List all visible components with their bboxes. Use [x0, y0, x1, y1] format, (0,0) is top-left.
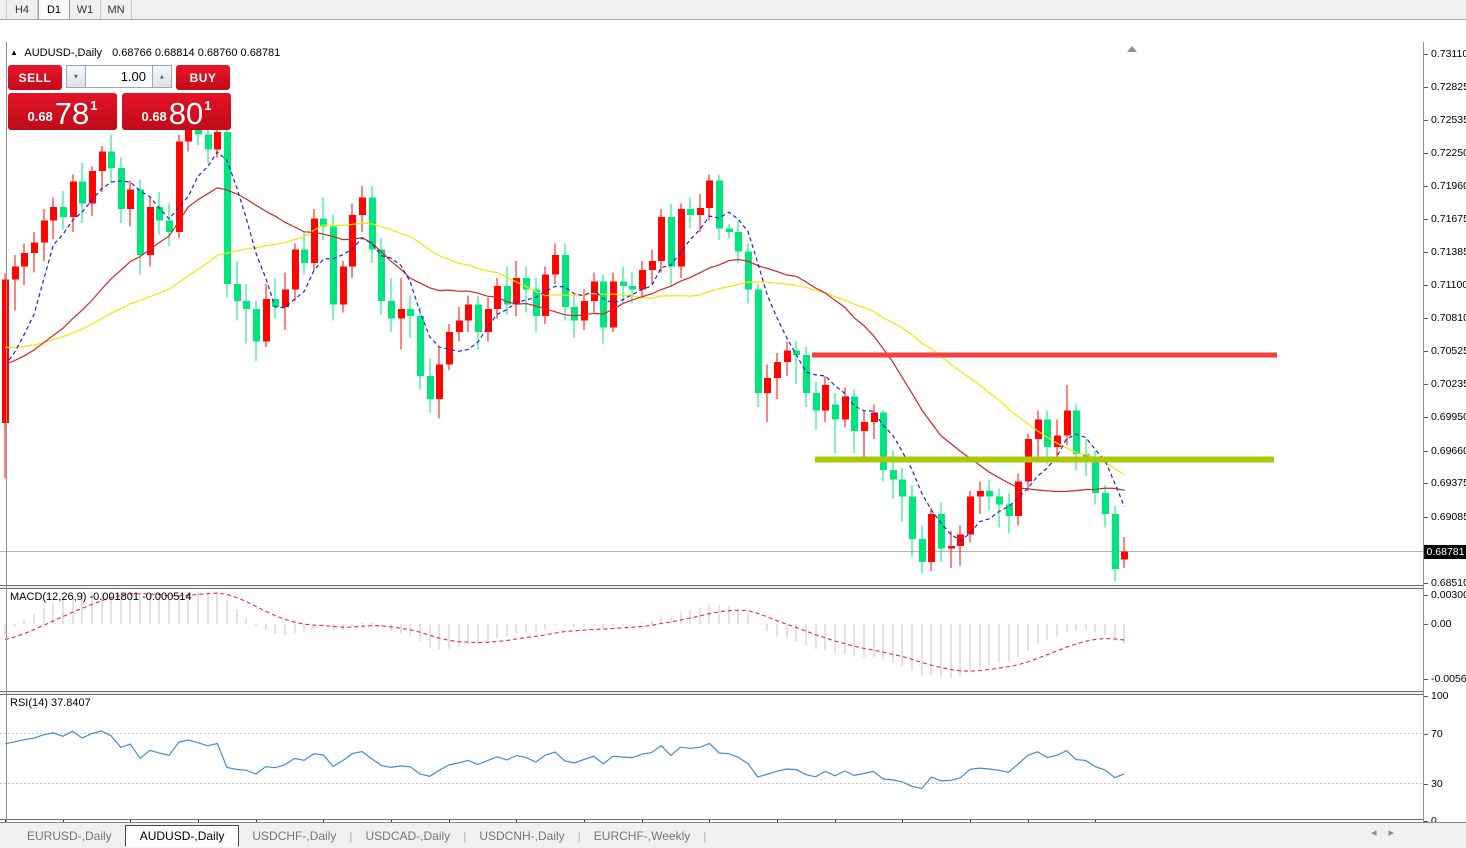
collapse-panel-icon[interactable]: ▲ [10, 48, 18, 57]
buy-price-big: 80 [169, 101, 203, 127]
mt4-terminal: H4D1W1MN ▲ AUDUSD-,Daily 0.68766 0.68814… [0, 0, 1466, 848]
macd-axis-label: -0.005648 [1431, 673, 1466, 685]
price-axis-label: 0.72825 [1431, 81, 1466, 93]
price-axis-label: 0.73110 [1431, 48, 1466, 60]
price-axis-tick [1424, 318, 1428, 319]
volume-input[interactable] [86, 65, 152, 88]
price-axis-label: 0.72250 [1431, 147, 1466, 159]
chart-window[interactable]: ▲ AUDUSD-,Daily 0.68766 0.68814 0.68760 … [0, 21, 1466, 822]
price-axis-label: 0.68510 [1431, 577, 1466, 589]
price-axis-label: 0.71960 [1431, 180, 1466, 192]
chart-ohlc-quotes: 0.68766 0.68814 0.68760 0.68781 [112, 47, 280, 59]
timeframe-tab-h4[interactable]: H4 [6, 0, 38, 19]
chart-tabs-bar: EURUSD-,DailyAUDUSD-,DailyUSDCHF-,Daily |… [0, 822, 1466, 848]
macd-axis-label: 0.003003 [1431, 589, 1466, 601]
macd-axis-tick [1424, 624, 1428, 625]
timeframe-toolbar: H4D1W1MN [0, 0, 1466, 20]
price-axis-tick [1424, 483, 1428, 484]
volume-increase-button[interactable]: ▲ [152, 65, 172, 88]
chart-title: ▲ AUDUSD-,Daily 0.68766 0.68814 0.68760 … [10, 47, 280, 59]
timeframe-tab-w1[interactable]: W1 [70, 0, 101, 19]
chart-symbol-label: AUDUSD-,Daily [24, 47, 102, 59]
tabs-scroll-right-icon[interactable]: ▸ [1388, 826, 1394, 839]
price-axis-label: 0.69375 [1431, 477, 1466, 489]
price-axis-tick [1424, 351, 1428, 352]
symbol-tab-usdcad[interactable]: USDCAD-,Daily [353, 826, 464, 846]
price-axis-tick [1424, 120, 1428, 121]
price-axis-label: 0.70235 [1431, 378, 1466, 390]
rsi-axis-tick [1424, 696, 1428, 697]
price-axis-tick [1424, 285, 1428, 286]
bid-price-tag: 0.68781 [1424, 545, 1466, 559]
price-axis-tick [1424, 517, 1428, 518]
one-click-trading-panel: SELL ▼ ▲ BUY 0.68 78 1 0.68 80 1 [8, 65, 234, 130]
macd-axis-tick [1424, 679, 1428, 680]
price-axis-label: 0.69085 [1431, 511, 1466, 523]
timeframe-tab-d1[interactable]: D1 [38, 0, 70, 19]
price-axis-tick [1424, 451, 1428, 452]
spinner-up-icon: ▲ [159, 73, 165, 80]
buy-price-box[interactable]: 0.68 80 1 [122, 93, 231, 130]
sell-price-prefix: 0.68 [27, 109, 52, 124]
sell-price-big: 78 [55, 101, 89, 127]
buy-price-sup: 1 [204, 98, 211, 113]
sell-price-box[interactable]: 0.68 78 1 [8, 93, 117, 130]
price-axis-tick [1424, 252, 1428, 253]
timeframe-tab-mn[interactable]: MN [101, 0, 132, 19]
volume-decrease-button[interactable]: ▼ [66, 65, 86, 88]
rsi-axis-tick [1424, 784, 1428, 785]
symbol-tab-eurchf[interactable]: EURCHF-,Weekly [581, 826, 703, 846]
rsi-axis-label: 100 [1431, 690, 1449, 702]
price-axis-tick [1424, 219, 1428, 220]
buy-price-prefix: 0.68 [141, 109, 166, 124]
symbol-tab-usdchf[interactable]: USDCHF-,Daily [239, 826, 349, 846]
price-axis-label: 0.72535 [1431, 114, 1466, 126]
macd-indicator-label: MACD(12,26,9) -0.001801 -0.000514 [10, 591, 192, 603]
price-axis-tick [1424, 186, 1428, 187]
sell-price-sup: 1 [90, 98, 97, 113]
price-axis-label: 0.69950 [1431, 411, 1466, 423]
macd-axis-label: 0.00 [1431, 618, 1451, 630]
price-axis-tick [1424, 153, 1428, 154]
symbol-tab-audusd[interactable]: AUDUSD-,Daily [125, 825, 240, 847]
price-axis-tick [1424, 417, 1428, 418]
symbol-tab-usdcnh[interactable]: USDCNH-,Daily [466, 826, 577, 846]
price-axis-label: 0.71100 [1431, 279, 1466, 291]
price-axis-label: 0.70525 [1431, 345, 1466, 357]
tabs-scroll-left-icon[interactable]: ◂ [1371, 826, 1377, 839]
price-axis-separator[interactable] [1423, 42, 1424, 843]
price-axis-label: 0.69660 [1431, 445, 1466, 457]
buy-button[interactable]: BUY [176, 65, 230, 90]
sell-button[interactable]: SELL [8, 65, 62, 90]
rsi-indicator-label: RSI(14) 37.8407 [10, 697, 91, 709]
spinner-down-icon: ▼ [73, 73, 79, 80]
rsi-panel[interactable] [0, 695, 1423, 819]
symbol-tab-eurusd[interactable]: EURUSD-,Daily [14, 826, 125, 846]
rsi-axis-tick [1424, 734, 1428, 735]
rsi-axis-label: 70 [1431, 728, 1443, 740]
price-axis-label: 0.70810 [1431, 312, 1466, 324]
price-axis-tick [1424, 54, 1428, 55]
chart-left-border [6, 42, 7, 843]
macd-axis-tick [1424, 595, 1428, 596]
price-axis-tick [1424, 384, 1428, 385]
macd-panel[interactable] [0, 589, 1423, 691]
price-axis-tick [1424, 87, 1428, 88]
rsi-axis-label: 30 [1431, 778, 1443, 790]
price-axis[interactable]: 0.68781 0.73110 0.72825 0.72535 0.72250 0.71… [1424, 42, 1466, 843]
price-axis-label: 0.71675 [1431, 213, 1466, 225]
tab-separator: | [703, 829, 706, 843]
price-axis-label: 0.71385 [1431, 246, 1466, 258]
price-axis-tick [1424, 583, 1428, 584]
